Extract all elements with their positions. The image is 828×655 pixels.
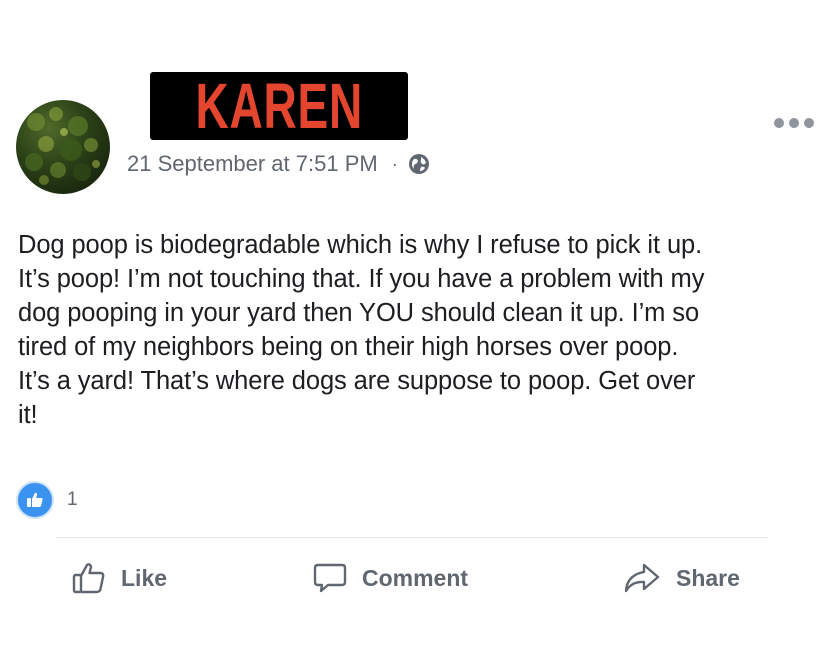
- more-dot: [804, 118, 814, 128]
- author-name-banner[interactable]: KAREN: [150, 72, 408, 140]
- post-line: tired of my neighbors being on their hig…: [18, 333, 679, 361]
- like-button[interactable]: Like: [71, 560, 167, 596]
- author-name: KAREN: [195, 70, 363, 142]
- post-body: Dog poop is biodegradable which is why I…: [18, 228, 808, 432]
- reactions-summary[interactable]: 1: [16, 481, 78, 519]
- divider: [56, 537, 768, 538]
- speech-bubble-icon: [313, 563, 347, 593]
- more-dot: [789, 118, 799, 128]
- post-line: It’s poop! I’m not touching that. If you…: [18, 265, 705, 293]
- share-button[interactable]: Share: [622, 560, 740, 596]
- post-timestamp[interactable]: 21 September at 7:51 PM: [127, 151, 378, 177]
- share-label: Share: [676, 564, 740, 591]
- share-arrow-icon: [624, 563, 660, 593]
- globe-icon[interactable]: [408, 153, 430, 175]
- facebook-post: KAREN 21 September at 7:51 PM · Dog poop…: [0, 0, 828, 655]
- post-meta: 21 September at 7:51 PM ·: [127, 151, 430, 177]
- post-line: dog pooping in your yard then YOU should…: [18, 299, 700, 327]
- thumbs-up-icon: [72, 563, 105, 594]
- like-label: Like: [121, 564, 168, 591]
- post-line: it!: [18, 401, 38, 429]
- comment-button[interactable]: Comment: [312, 560, 468, 596]
- more-options-icon[interactable]: [774, 118, 814, 128]
- like-reaction-icon: [16, 481, 54, 519]
- comment-label: Comment: [362, 564, 469, 591]
- avatar-foliage-image: [25, 107, 100, 185]
- post-line: Dog poop is biodegradable which is why I…: [18, 231, 703, 259]
- more-dot: [774, 118, 784, 128]
- meta-separator: ·: [391, 153, 398, 174]
- reaction-count: 1: [67, 489, 78, 510]
- post-line: It’s a yard! That’s where dogs are suppo…: [18, 367, 696, 395]
- avatar[interactable]: [16, 100, 110, 194]
